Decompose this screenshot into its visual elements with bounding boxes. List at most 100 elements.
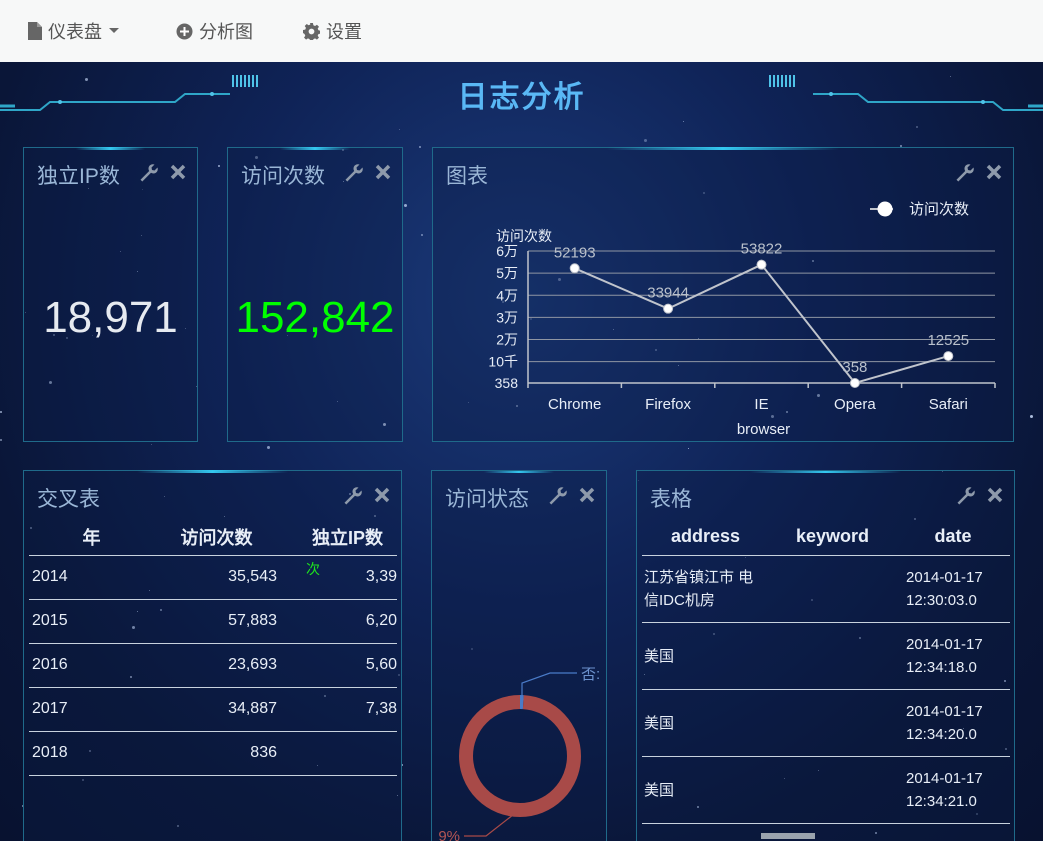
y-tick-label: 2万	[496, 332, 518, 348]
table-cell: 2018	[29, 730, 154, 775]
star	[0, 411, 2, 413]
table-cell-date: 2014-01-17 12:34:20.0	[896, 688, 1010, 756]
table-row: 美国 2014-01-17 12:34:20.0	[642, 688, 1010, 756]
data-point	[663, 303, 674, 314]
star	[688, 448, 689, 449]
panel-cross-table: 交叉表 年 访问次数 独立IP数 2014 35,543 次 3,39 2015…	[23, 470, 402, 841]
donut-chart: 否: 9%	[438, 666, 600, 841]
y-tick-label: 6万	[496, 243, 518, 259]
wrench-icon[interactable]	[139, 163, 159, 183]
panel-unique-ip: 独立IP数 18,971	[23, 147, 198, 442]
panel-title: 独立IP数	[37, 165, 120, 188]
wrench-icon[interactable]	[956, 486, 976, 506]
column-header[interactable]: date	[896, 519, 1010, 555]
close-icon[interactable]	[374, 163, 392, 181]
data-table: address keyword date 江苏省镇江市 电信IDC机房 2014…	[642, 519, 1010, 824]
horizontal-scrollbar[interactable]	[761, 833, 815, 839]
table-row: 美国 2014-01-17 12:34:18.0	[642, 621, 1010, 689]
table-cell-date: 2014-01-17 12:34:21.0	[896, 755, 1010, 824]
panel-title: 交叉表	[37, 488, 100, 511]
table-cell: 5,60	[279, 642, 397, 687]
column-header[interactable]: 访问次数	[154, 519, 279, 555]
star	[404, 204, 407, 207]
x-tick-label: IE	[754, 396, 768, 413]
table-cell: 57,883	[154, 598, 279, 643]
panel-chart: 图表 358 10千 2万 3万 4万 5万 6万 访问次数 browser Chrome Fire…	[432, 147, 1014, 442]
table-row: 美国 2014-01-17 12:34:21.0	[642, 755, 1010, 824]
close-icon[interactable]	[373, 486, 391, 504]
table-cell: 23,693	[154, 642, 279, 687]
panel-title: 访问次数	[241, 165, 325, 188]
nav-analysis-label: 分析图	[199, 22, 253, 42]
panel-tools	[343, 486, 391, 506]
legend-marker	[877, 201, 893, 217]
data-point	[569, 263, 580, 274]
star	[151, 444, 152, 445]
close-icon[interactable]	[169, 163, 187, 181]
table-row: 江苏省镇江市 电信IDC机房 2014-01-17 12:30:03.0	[642, 554, 1010, 622]
column-header[interactable]: 独立IP数	[279, 519, 397, 555]
series-line	[574, 263, 949, 385]
panel-visits: 访问次数 152,842	[227, 147, 403, 442]
dashboard-title: 日志分析	[457, 81, 586, 114]
caret-down-icon	[109, 28, 119, 33]
table-cell-keyword	[769, 755, 896, 824]
nav-dashboard-label: 仪表盘	[48, 22, 102, 42]
nav-analysis[interactable]: 分析图	[176, 18, 253, 44]
wrench-icon[interactable]	[344, 163, 364, 183]
panel-tools	[139, 163, 187, 183]
table-cell: 2017	[29, 686, 154, 731]
panel-tools	[956, 486, 1004, 506]
column-header[interactable]: address	[642, 519, 769, 555]
table-cell-value: 3,39	[365, 568, 397, 585]
legend-label: 访问次数	[909, 201, 969, 218]
nav-dashboard[interactable]: 仪表盘	[28, 18, 126, 44]
file-icon	[28, 22, 42, 40]
unique-ip-value: 18,971	[43, 293, 178, 342]
data-point	[943, 351, 954, 362]
x-axis-label: browser	[737, 421, 790, 438]
cross-table-header: 年 访问次数 独立IP数	[29, 519, 397, 555]
star	[399, 129, 400, 130]
table-cell: 2015	[29, 598, 154, 643]
x-tick-label: Safari	[929, 396, 968, 413]
y-tick-label: 10千	[488, 354, 518, 370]
table-row: 2014 35,543 次 3,39	[29, 554, 397, 599]
star	[683, 121, 684, 122]
column-header[interactable]: keyword	[769, 519, 896, 555]
data-label: 358	[842, 359, 867, 376]
table-cell-keyword	[769, 688, 896, 756]
star	[916, 126, 918, 128]
x-tick-label: Firefox	[645, 396, 691, 413]
table-cell-date: 2014-01-17 12:34:18.0	[896, 621, 1010, 689]
wrench-icon[interactable]	[343, 486, 363, 506]
data-label: 53822	[741, 241, 783, 258]
star	[644, 139, 647, 142]
top-navbar: 仪表盘 分析图 设置	[0, 0, 1043, 62]
table-row: 2015 57,883 6,20	[29, 598, 397, 643]
donut-label-top: 否:	[581, 666, 600, 683]
panel-table: 表格 address keyword date 江苏省镇江市 电信IDC机房 2…	[636, 470, 1015, 841]
star	[419, 146, 421, 148]
data-label: 12525	[927, 332, 969, 349]
nav-settings[interactable]: 设置	[303, 18, 362, 44]
table-cell: 次 3,39	[279, 554, 397, 599]
x-tick-label: Opera	[834, 396, 876, 413]
table-cell-address: 江苏省镇江市 电信IDC机房	[642, 554, 769, 622]
table-row: 2016 23,693 5,60	[29, 642, 397, 687]
y-tick-label: 4万	[496, 287, 518, 303]
close-icon[interactable]	[986, 486, 1004, 504]
panel-access-status: 访问状态 否: 9%	[431, 470, 607, 841]
overlay-label: 次	[306, 560, 320, 577]
table-cell-address: 美国	[642, 688, 769, 756]
column-header[interactable]: 年	[29, 519, 154, 555]
table-row: 2018 836	[29, 730, 397, 775]
data-label: 52193	[554, 244, 596, 261]
table-cell-keyword	[769, 554, 896, 622]
star	[267, 446, 270, 449]
table-cell: 34,887	[154, 686, 279, 731]
donut-segment	[459, 695, 581, 817]
table-cell-address: 美国	[642, 621, 769, 689]
data-point	[756, 259, 767, 270]
nav-settings-label: 设置	[326, 22, 362, 42]
